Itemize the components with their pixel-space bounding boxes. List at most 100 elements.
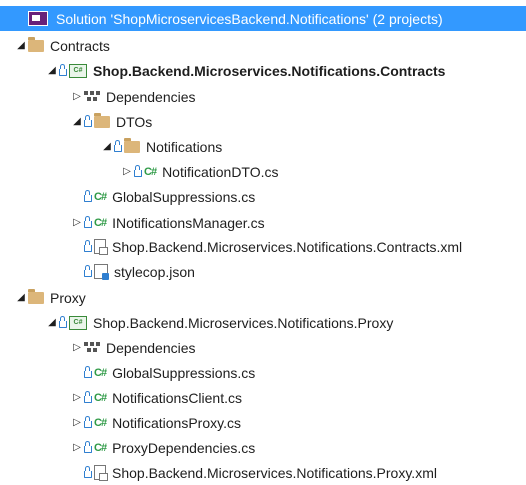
item-icons: C#	[84, 190, 107, 203]
tree-row[interactable]: C# GlobalSuppressions.cs	[0, 360, 526, 385]
item-icons: C#	[84, 416, 107, 429]
lock-icon	[84, 466, 92, 478]
tree-row[interactable]: stylecop.json	[0, 259, 526, 284]
lock-icon	[134, 165, 142, 177]
collapse-arrow-icon[interactable]: ▷	[70, 91, 84, 102]
item-icons: C#	[84, 366, 107, 379]
collapse-arrow-icon[interactable]: ▷	[70, 392, 84, 403]
lock-icon	[84, 265, 92, 277]
csharp-file-icon: C#	[144, 165, 157, 178]
lock-icon	[59, 64, 67, 76]
tree-row[interactable]: ◢ C# Shop.Backend.Microservices.Notificati…	[0, 310, 526, 335]
item-icons	[84, 112, 110, 128]
folder-icon	[28, 288, 44, 304]
item-icons	[28, 11, 50, 26]
tree-item-label: Shop.Backend.Microservices.Notifications…	[112, 464, 437, 481]
csharp-file-icon: C#	[94, 216, 107, 229]
tree-row[interactable]: Shop.Backend.Microservices.Notifications…	[0, 234, 526, 259]
dependencies-icon	[84, 341, 100, 354]
expand-arrow-icon[interactable]: ◢	[100, 141, 114, 152]
lock-icon	[84, 366, 92, 378]
tree-item-label: stylecop.json	[114, 263, 195, 280]
tree-item-label: DTOs	[116, 113, 153, 130]
tree-item-label: Proxy	[50, 289, 86, 306]
tree-item-label: NotificationsProxy.cs	[112, 414, 241, 431]
lock-icon	[84, 115, 92, 127]
tree-row[interactable]: ▷ Dependencies	[0, 84, 526, 109]
csharp-file-icon: C#	[94, 416, 107, 429]
expand-arrow-icon[interactable]: ◢	[14, 40, 28, 51]
tree-row[interactable]: ◢ DTOs	[0, 109, 526, 134]
json-file-icon	[94, 264, 109, 280]
item-icons: C#	[59, 315, 87, 330]
item-icons: C#	[84, 391, 107, 404]
tree-row[interactable]: ◢ Notifications	[0, 134, 526, 159]
tree-row[interactable]: ▷ C# NotificationsProxy.cs	[0, 410, 526, 435]
tree-row[interactable]: ▷ C# NotificationDTO.cs	[0, 159, 526, 184]
tree-row[interactable]: ◢ Proxy	[0, 285, 526, 310]
item-icons	[84, 341, 100, 354]
collapse-arrow-icon[interactable]: ▷	[70, 417, 84, 428]
tree-item-label: Solution 'ShopMicroservicesBackend.Notif…	[56, 10, 443, 27]
tree-item-label: GlobalSuppressions.cs	[112, 188, 256, 205]
collapse-arrow-icon[interactable]: ▷	[70, 217, 84, 228]
item-icons: C#	[84, 441, 107, 454]
expand-arrow-icon[interactable]: ◢	[14, 292, 28, 303]
item-icons	[84, 465, 108, 481]
folder-icon	[94, 112, 110, 128]
tree-row[interactable]: C# GlobalSuppressions.cs	[0, 184, 526, 209]
lock-icon	[59, 316, 67, 328]
tree-row[interactable]: ▷ C# ProxyDependencies.cs	[0, 435, 526, 460]
lock-icon	[84, 441, 92, 453]
expand-arrow-icon[interactable]: ◢	[70, 116, 84, 127]
csharp-project-icon: C#	[69, 63, 87, 78]
xml-file-icon	[94, 239, 108, 255]
tree-row[interactable]: ◢ Contracts	[0, 33, 526, 58]
expand-arrow-icon[interactable]: ◢	[45, 317, 59, 328]
tree-item-label: Dependencies	[106, 339, 196, 356]
csharp-file-icon: C#	[94, 441, 107, 454]
item-icons: C#	[84, 216, 107, 229]
collapse-arrow-icon[interactable]: ▷	[70, 342, 84, 353]
dependencies-icon	[84, 90, 100, 103]
folder-icon	[124, 137, 140, 153]
tree-item-label: NotificationsClient.cs	[112, 389, 242, 406]
lock-icon	[84, 216, 92, 228]
folder-icon	[28, 36, 44, 52]
tree-row[interactable]: Solution 'ShopMicroservicesBackend.Notif…	[0, 6, 526, 31]
item-icons	[28, 36, 44, 52]
item-icons	[28, 288, 44, 304]
lock-icon	[114, 140, 122, 152]
tree-row[interactable]: ▷ C# NotificationsClient.cs	[0, 385, 526, 410]
solution-explorer-tree: Solution 'ShopMicroservicesBackend.Notif…	[0, 0, 526, 481]
tree-row[interactable]: ▷ C# INotificationsManager.cs	[0, 210, 526, 235]
tree-item-label: GlobalSuppressions.cs	[112, 364, 256, 381]
tree-row[interactable]: ▷ Dependencies	[0, 335, 526, 360]
tree-item-label: Shop.Backend.Microservices.Notifications…	[93, 62, 446, 79]
collapse-arrow-icon[interactable]: ▷	[120, 166, 134, 177]
lock-icon	[84, 416, 92, 428]
tree-row[interactable]: ◢ C# Shop.Backend.Microservices.Notificati…	[0, 58, 526, 83]
item-icons	[84, 239, 108, 255]
csharp-file-icon: C#	[94, 366, 107, 379]
xml-file-icon	[94, 465, 108, 481]
tree-item-label: Shop.Backend.Microservices.Notifications…	[112, 238, 463, 255]
tree-item-label: Dependencies	[106, 88, 196, 105]
lock-icon	[84, 240, 92, 252]
tree-item-label: Notifications	[146, 138, 223, 155]
tree-row[interactable]: Shop.Backend.Microservices.Notifications…	[0, 460, 526, 485]
item-icons	[114, 137, 140, 153]
item-icons: C#	[59, 63, 87, 78]
item-icons	[84, 264, 109, 280]
lock-icon	[84, 391, 92, 403]
tree-item-label: ProxyDependencies.cs	[112, 439, 256, 456]
tree-item-label: Contracts	[50, 37, 110, 54]
lock-icon	[84, 190, 92, 202]
csharp-project-icon: C#	[69, 315, 87, 330]
tree-item-label: NotificationDTO.cs	[162, 163, 279, 180]
csharp-file-icon: C#	[94, 190, 107, 203]
expand-arrow-icon[interactable]: ◢	[45, 65, 59, 76]
item-icons	[84, 90, 100, 103]
solution-icon	[28, 11, 48, 26]
collapse-arrow-icon[interactable]: ▷	[70, 442, 84, 453]
